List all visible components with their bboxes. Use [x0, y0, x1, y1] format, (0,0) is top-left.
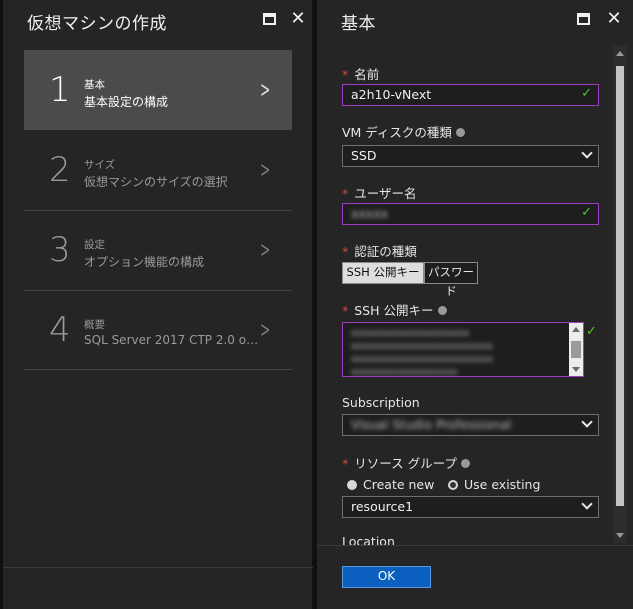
auth-ssh-option[interactable]: SSH 公開キー	[342, 262, 424, 284]
blade-title: 基本	[341, 14, 376, 34]
close-icon[interactable]: ✕	[290, 10, 306, 28]
check-icon: ✓	[581, 205, 592, 220]
maximize-icon	[263, 13, 276, 25]
radio-use-existing[interactable]: Use existing	[448, 477, 540, 492]
username-input[interactable]: xxxxx ✓	[342, 203, 599, 225]
scroll-down-icon	[572, 367, 580, 372]
blade-title: 仮想マシンの作成	[27, 14, 167, 34]
resource-group-label: * リソース グループ	[342, 453, 470, 472]
ssh-key-textarea[interactable]: xxxxxxxxxxxxxxxxxxxx xxxxxxxxxxxxxxxxxxx…	[342, 322, 584, 377]
scroll-thumb	[616, 66, 624, 506]
disk-type-select[interactable]: SSD	[342, 145, 599, 167]
step-number: 3	[49, 230, 71, 270]
resource-group-select[interactable]: resource1	[342, 496, 599, 518]
scroll-up-icon	[616, 51, 624, 56]
chevron-right-icon: >	[259, 78, 270, 103]
chevron-down-icon	[581, 147, 593, 159]
scroll-up-icon	[572, 327, 580, 332]
footer-divider	[3, 567, 313, 568]
radio-selected-icon	[448, 479, 458, 490]
blade-header: 基本 ✕	[317, 0, 633, 40]
chevron-right-icon: >	[259, 318, 270, 343]
step-summary[interactable]: 4 概要 SQL Server 2017 CTP 2.0 o… >	[24, 290, 292, 370]
maximize-button[interactable]	[576, 11, 592, 27]
location-label: Location	[342, 534, 395, 545]
subscription-select[interactable]: Visual Studio Professional	[342, 414, 599, 436]
scroll-down-icon	[616, 533, 624, 538]
info-icon	[460, 459, 470, 468]
ssh-key-line: xxxxxxxxxxxxxxxxxxxxxxxx	[351, 354, 494, 365]
step-caption: 設定	[84, 239, 105, 251]
step-caption: 概要	[84, 319, 105, 331]
divider	[24, 369, 292, 370]
close-icon[interactable]: ✕	[606, 10, 622, 28]
step-caption: サイズ	[84, 159, 116, 171]
auth-type-label: * 認証の種類	[342, 244, 417, 259]
blade-header: 仮想マシンの作成 ✕	[3, 0, 312, 40]
step-description: 仮想マシンのサイズの選択	[84, 175, 228, 189]
blade-scrollbar[interactable]	[613, 46, 627, 543]
name-label: * 名前	[342, 67, 380, 82]
ssh-key-line: xxxxxxxxxxxxxxxxxx	[351, 367, 458, 377]
radio-icon	[347, 479, 357, 490]
step-caption: 基本	[84, 79, 105, 91]
step-number: 2	[49, 150, 71, 190]
step-size[interactable]: 2 サイズ 仮想マシンのサイズの選択 >	[24, 130, 292, 210]
auth-password-option[interactable]: パスワード	[424, 262, 478, 298]
name-input[interactable]: a2h10-vNext ✓	[342, 84, 599, 106]
textarea-scrollbar[interactable]	[569, 323, 583, 376]
ok-button[interactable]: OK	[342, 566, 431, 588]
info-icon	[437, 306, 447, 315]
subscription-label: Subscription	[342, 395, 420, 410]
step-number: 1	[49, 70, 71, 110]
ssh-key-line: xxxxxxxxxxxxxxxxxxxxxxxx	[351, 341, 494, 352]
step-description: SQL Server 2017 CTP 2.0 o…	[84, 333, 259, 347]
disk-type-label: VM ディスクの種類	[342, 122, 465, 141]
step-description: オプション機能の構成	[84, 255, 205, 269]
chevron-down-icon	[581, 416, 593, 428]
scroll-thumb	[571, 341, 581, 358]
step-number: 4	[49, 310, 71, 350]
username-label: * ユーザー名	[342, 186, 417, 201]
step-basics[interactable]: 1 基本 基本設定の構成 >	[24, 50, 292, 130]
chevron-down-icon	[581, 498, 593, 510]
footer-divider	[317, 545, 633, 546]
chevron-right-icon: >	[259, 238, 270, 263]
maximize-button[interactable]	[262, 11, 278, 27]
ssh-key-line: xxxxxxxxxxxxxxxxxxxx	[351, 328, 470, 339]
info-icon	[455, 128, 465, 137]
radio-create-new[interactable]: Create new	[347, 477, 434, 492]
check-icon: ✓	[586, 324, 597, 339]
maximize-icon	[577, 13, 590, 25]
step-settings[interactable]: 3 設定 オプション機能の構成 >	[24, 210, 292, 290]
chevron-right-icon: >	[259, 158, 270, 183]
check-icon: ✓	[581, 86, 592, 101]
ssh-key-label: * SSH 公開キー	[342, 300, 447, 319]
step-description: 基本設定の構成	[84, 95, 169, 109]
